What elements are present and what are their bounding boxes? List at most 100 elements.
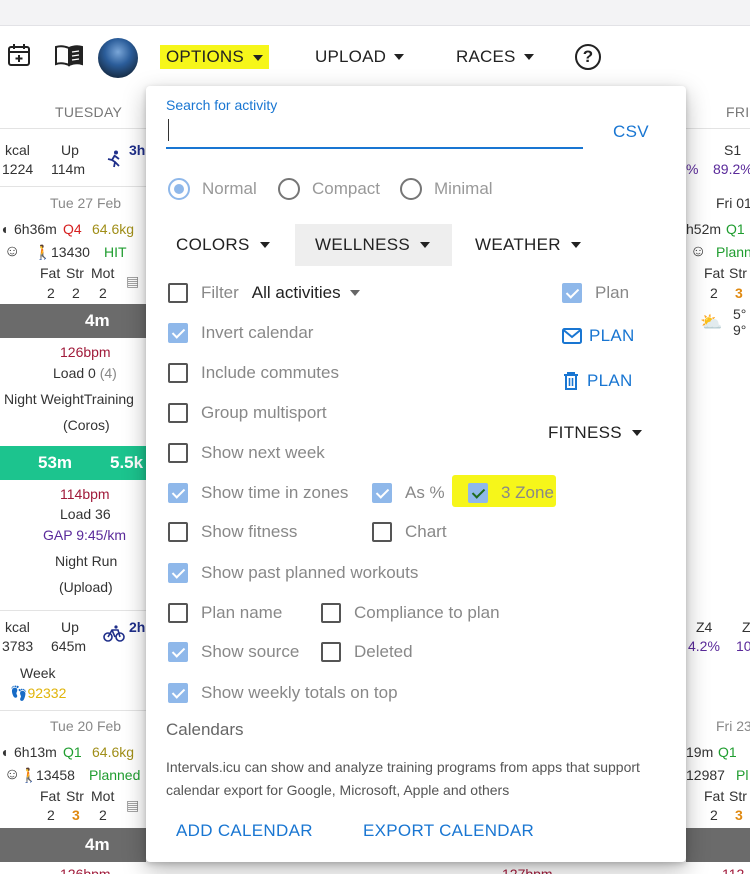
- group-multisport-checkbox[interactable]: Group multisport: [168, 402, 327, 424]
- calendars-description: Intervals.icu can show and analyze train…: [166, 759, 640, 798]
- export-calendar-button[interactable]: EXPORT CALENDAR: [363, 821, 534, 841]
- upload-menu[interactable]: UPLOAD: [315, 45, 405, 69]
- checkbox-checked-icon: [168, 323, 188, 343]
- three-zone-checkbox[interactable]: 3 Zone: [468, 482, 554, 504]
- z4-label: Z4: [696, 619, 713, 635]
- fat-value: 2: [710, 807, 718, 823]
- activity-duration: 4m: [85, 311, 110, 330]
- csv-button[interactable]: CSV: [613, 122, 649, 142]
- add-calendar-button[interactable]: ADD CALENDAR: [176, 821, 313, 841]
- checkbox-icon: [168, 443, 188, 463]
- chevron-down-icon: [631, 430, 642, 436]
- plan-label: Plan: [595, 283, 630, 302]
- wellness-menu[interactable]: WELLNESS: [295, 224, 452, 266]
- day-date: Tue 27 Feb: [50, 195, 122, 211]
- checkbox-label: Group multisport: [201, 403, 327, 422]
- races-menu[interactable]: RACES: [456, 45, 534, 69]
- str-label: Str: [66, 788, 84, 804]
- checkbox-checked-icon: [372, 483, 392, 503]
- invert-calendar-checkbox[interactable]: Invert calendar: [168, 322, 313, 344]
- day-date: Fri 23: [716, 718, 750, 734]
- checkbox-checked-icon: [562, 283, 582, 303]
- radio-normal[interactable]: Normal: [168, 178, 257, 200]
- checkbox-label: Show source: [201, 642, 300, 661]
- avatar[interactable]: [98, 38, 138, 78]
- str-label: Str: [729, 265, 747, 281]
- activity-bar[interactable]: 53m 5.5k: [0, 446, 146, 480]
- time-prefix: 2h: [129, 619, 146, 635]
- run-icon: [107, 150, 120, 168]
- activity-name[interactable]: Night Run: [55, 553, 117, 569]
- show-next-week-checkbox[interactable]: Show next week: [168, 442, 325, 464]
- plan-checkbox[interactable]: Plan: [562, 282, 629, 304]
- show-source-checkbox[interactable]: Show source: [168, 641, 299, 663]
- include-commutes-checkbox[interactable]: Include commutes: [168, 362, 339, 384]
- divider: [0, 710, 146, 711]
- add-calendar-icon[interactable]: [6, 42, 32, 68]
- activity-bar[interactable]: [686, 828, 750, 862]
- delete-plan-button[interactable]: PLAN: [562, 369, 633, 393]
- deleted-checkbox[interactable]: Deleted: [321, 641, 413, 663]
- radio-minimal[interactable]: Minimal: [400, 178, 493, 200]
- book-icon[interactable]: [54, 42, 84, 68]
- fat-value: 2: [47, 285, 55, 301]
- activity-bar[interactable]: 4m: [0, 828, 146, 862]
- email-plan-button[interactable]: PLAN: [562, 324, 635, 348]
- mot-label: Mot: [91, 788, 115, 804]
- show-fitness-checkbox[interactable]: Show fitness: [168, 521, 297, 543]
- radio-icon: [278, 178, 300, 200]
- kcal-label: kcal: [5, 619, 30, 635]
- compliance-checkbox[interactable]: Compliance to plan: [321, 602, 500, 624]
- divider: [0, 186, 146, 187]
- comment-icon[interactable]: ▤: [126, 273, 139, 290]
- divider: [686, 128, 750, 129]
- sleep-quality: Q1: [63, 744, 82, 760]
- colors-menu[interactable]: COLORS: [176, 224, 270, 266]
- radio-compact[interactable]: Compact: [278, 178, 380, 200]
- activity-name[interactable]: Night WeightTraining: [4, 391, 134, 407]
- options-menu[interactable]: OPTIONS: [160, 45, 269, 69]
- checkbox-checked-icon: [168, 483, 188, 503]
- activity-hr: 126bpm: [60, 866, 111, 874]
- show-time-in-zones-checkbox[interactable]: Show time in zones: [168, 482, 348, 504]
- filter-select[interactable]: All activities: [252, 283, 360, 303]
- weather-icon: ⛅: [700, 312, 723, 332]
- filter-label: Filter: [201, 283, 239, 302]
- chart-checkbox[interactable]: Chart: [372, 521, 447, 543]
- fat-label: Fat: [40, 265, 61, 281]
- kcal-label: kcal: [5, 142, 30, 158]
- s1-label: S1: [724, 142, 742, 158]
- steps-value: 13458: [36, 767, 75, 783]
- chevron-down-icon: [570, 242, 581, 248]
- s1-value: 89.2%: [713, 161, 750, 177]
- weekly-totals-top-checkbox[interactable]: Show weekly totals on top: [168, 682, 398, 704]
- checkbox-icon: [168, 522, 188, 542]
- day-date: Fri 01: [716, 195, 750, 211]
- checkbox-label: Show next week: [201, 443, 325, 462]
- show-past-planned-checkbox[interactable]: Show past planned workouts: [168, 562, 418, 584]
- radio-label: Minimal: [434, 179, 493, 198]
- plan-name-checkbox[interactable]: Plan name: [168, 602, 282, 624]
- radio-label: Compact: [312, 179, 381, 198]
- workout-tag: HIT: [104, 244, 127, 260]
- filter-checkbox[interactable]: Filter All activities: [168, 282, 360, 304]
- zone-value-fragment: 10: [736, 638, 750, 654]
- str-value: 3: [735, 285, 743, 301]
- activity-bar[interactable]: 4m: [0, 304, 146, 338]
- weather-menu[interactable]: WEATHER: [475, 224, 581, 266]
- wellness-label: WELLNESS: [315, 235, 410, 254]
- mot-value: 2: [99, 807, 107, 823]
- search-activity-input[interactable]: [166, 118, 583, 146]
- help-label: ?: [582, 47, 594, 66]
- fitness-menu[interactable]: FITNESS: [548, 423, 642, 443]
- fat-label: Fat: [704, 265, 725, 281]
- comment-icon[interactable]: ▤: [126, 797, 139, 814]
- sleep-quality: Q1: [718, 744, 737, 760]
- checkbox-checked-icon: [168, 563, 188, 583]
- help-icon[interactable]: ?: [575, 44, 601, 70]
- as-percent-checkbox[interactable]: As %: [372, 482, 445, 504]
- kcal-value: 3783: [2, 638, 34, 654]
- activity-load: Load 0 (4): [53, 365, 117, 381]
- divider: [0, 610, 146, 611]
- checkbox-checked-icon: [168, 683, 188, 703]
